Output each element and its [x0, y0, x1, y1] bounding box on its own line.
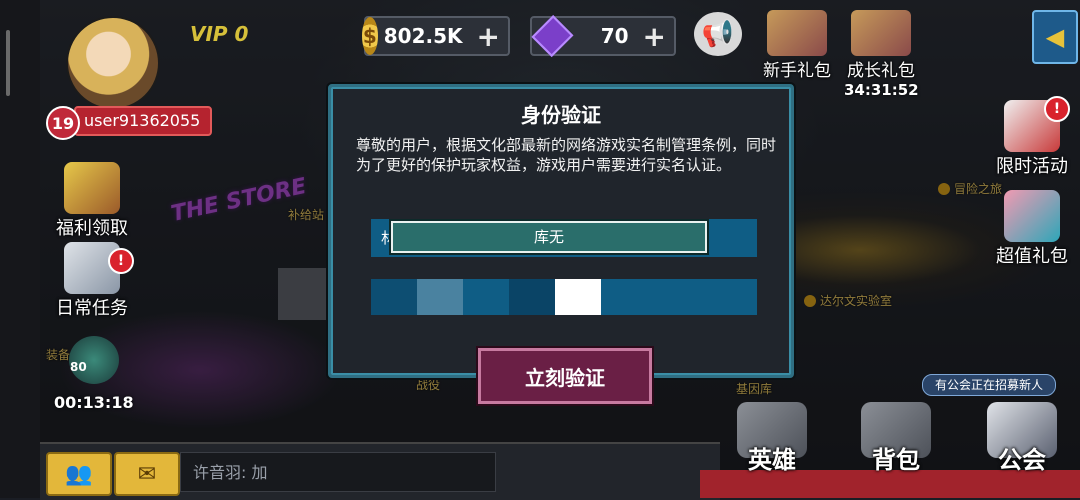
tab-heroes[interactable]: 英雄	[734, 402, 810, 475]
gold-amount: 802.5K	[383, 24, 463, 48]
tab-bag-label: 背包	[872, 446, 920, 474]
value-pack-label: 超值礼包	[996, 246, 1068, 267]
id-redaction-block	[371, 279, 417, 315]
newbie-pack-label: 新手礼包	[763, 61, 831, 81]
tab-heroes-label: 英雄	[748, 446, 796, 474]
tab-guild[interactable]: 公会	[984, 402, 1060, 475]
limited-event-alert-icon: !	[1044, 96, 1070, 122]
newbie-pack-icon	[767, 10, 827, 56]
identity-verification-dialog: 身份验证 尊敬的用户，根据文化部最新的网络游戏实名制管理条例，同时为了更好的保护…	[328, 84, 794, 378]
guild-recruit-banner[interactable]: 有公会正在招募新人	[922, 374, 1057, 396]
limited-event-label: 限时活动	[996, 156, 1068, 177]
gem-icon	[531, 15, 574, 57]
tab-bag[interactable]: 背包	[858, 402, 934, 475]
value-pack-button[interactable]: 超值礼包	[990, 190, 1074, 268]
id-redaction-block	[555, 279, 601, 315]
verify-now-button[interactable]: 立刻验证	[478, 348, 652, 404]
friends-icon[interactable]: 👥	[46, 452, 112, 496]
daily-tasks-alert-icon: !	[108, 248, 134, 274]
growth-pack-timer: 34:31:52	[844, 81, 919, 99]
username-plate[interactable]: user91362055	[74, 106, 213, 136]
real-name-field-row: 林 库无	[371, 219, 757, 257]
dialog-message: 尊敬的用户，根据文化部最新的网络游戏实名制管理条例，同时为了更好的保护玩家权益，…	[356, 136, 777, 174]
add-gems-button[interactable]: +	[635, 20, 674, 53]
daily-tasks-label: 日常任务	[56, 298, 128, 319]
newbie-pack-button[interactable]: 新手礼包	[760, 10, 834, 81]
collapse-arrow-icon[interactable]: ◀	[1032, 10, 1078, 64]
chat-last-message[interactable]: 许音羽: 加	[180, 452, 496, 492]
id-redaction-block	[509, 279, 555, 315]
dialog-title: 身份验证	[521, 103, 601, 127]
welfare-label: 福利领取	[56, 218, 128, 239]
add-gold-button[interactable]: +	[469, 20, 508, 53]
vip-badge[interactable]: VIP 0	[190, 22, 248, 46]
gem-amount: 70	[600, 24, 629, 48]
value-pack-diamond-icon	[1004, 190, 1060, 242]
welfare-chest-icon	[64, 162, 120, 214]
megaphone-icon[interactable]: 📢	[694, 12, 742, 56]
growth-pack-button[interactable]: 成长礼包 34:31:52	[844, 10, 919, 99]
event-button[interactable]: 80	[62, 336, 126, 384]
real-name-input[interactable]: 库无	[391, 221, 707, 253]
gold-coin-icon: $	[362, 17, 378, 55]
player-level-badge: 19	[46, 106, 80, 140]
redacted-area	[278, 268, 326, 320]
growth-pack-label: 成长礼包	[847, 61, 915, 81]
id-number-field[interactable]	[371, 279, 757, 315]
gold-counter: $ 802.5K +	[362, 16, 510, 56]
id-redaction-block	[417, 279, 463, 315]
system-left-edge	[0, 0, 40, 498]
vip-label: VIP	[190, 22, 228, 46]
welfare-button[interactable]: 福利领取	[50, 162, 134, 240]
mail-icon[interactable]: ✉	[114, 452, 180, 496]
tab-guild-label: 公会	[998, 446, 1046, 474]
gem-counter: 70 +	[530, 15, 676, 57]
chat-bar: 👥 ✉ 许音羽: 加	[40, 442, 720, 500]
edge-notch	[6, 30, 10, 96]
player-avatar[interactable]	[66, 16, 160, 110]
growth-pack-icon	[851, 10, 911, 56]
event-count: 80	[70, 360, 87, 374]
id-redaction-block	[463, 279, 509, 315]
event-timer: 00:13:18	[54, 393, 134, 412]
vip-level: 0	[234, 22, 249, 46]
